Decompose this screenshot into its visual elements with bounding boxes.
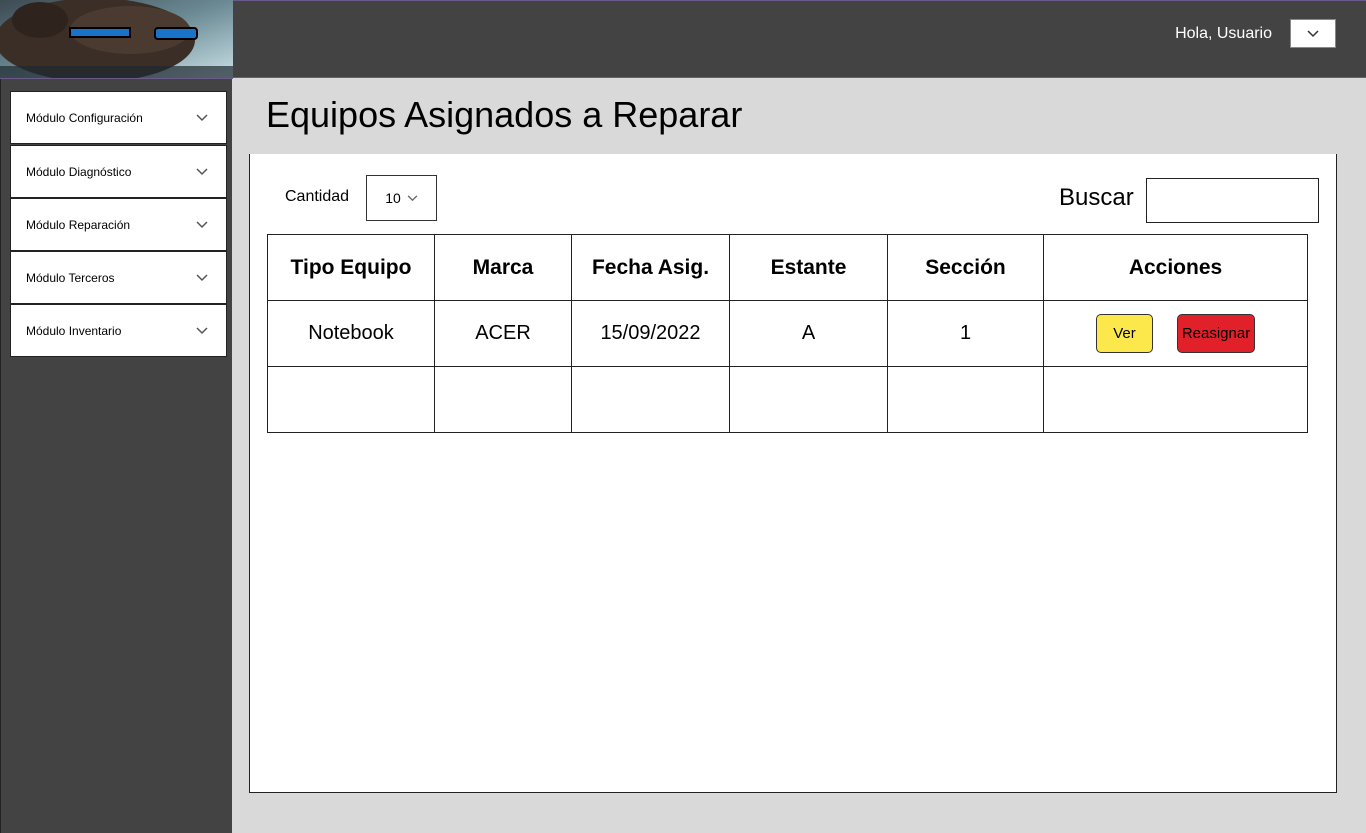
- ver-button[interactable]: Ver: [1096, 314, 1153, 353]
- sidebar-item-diagnostico[interactable]: Módulo Diagnóstico: [10, 145, 227, 198]
- sidebar-item-label: Módulo Reparación: [26, 217, 131, 232]
- header-estante: Estante: [729, 234, 888, 301]
- sidebar-item-configuracion[interactable]: Módulo Configuración: [10, 91, 227, 144]
- header-seccion: Sección: [887, 234, 1044, 301]
- sidebar-item-label: Módulo Configuración: [26, 110, 143, 125]
- sidebar-item-terceros[interactable]: Módulo Terceros: [10, 251, 227, 304]
- cell-estante: A: [729, 300, 888, 367]
- cantidad-select[interactable]: 10: [366, 175, 437, 221]
- cell-estante: [729, 366, 888, 433]
- chevron-down-icon: [196, 220, 208, 228]
- page-title: Equipos Asignados a Reparar: [266, 94, 743, 135]
- header-acciones: Acciones: [1043, 234, 1308, 301]
- sidebar-item-inventario[interactable]: Módulo Inventario: [10, 304, 227, 357]
- chevron-down-icon: [196, 326, 208, 334]
- chevron-down-icon: [196, 113, 208, 121]
- header-marca: Marca: [434, 234, 572, 301]
- search-input[interactable]: [1146, 178, 1319, 223]
- sidebar-item-label: Módulo Terceros: [26, 270, 115, 285]
- equipos-table: Tipo Equipo Marca Fecha Asig. Estante Se…: [267, 234, 1308, 433]
- cell-tipo: Notebook: [267, 300, 435, 367]
- sidebar-item-reparacion[interactable]: Módulo Reparación: [10, 198, 227, 251]
- cell-seccion: 1: [887, 300, 1044, 367]
- table-row: Notebook ACER 15/09/2022 A 1 Ver Reasigna…: [267, 300, 1308, 367]
- cell-tipo: [267, 366, 435, 433]
- cell-fecha: 15/09/2022: [571, 300, 730, 367]
- reasignar-button[interactable]: Reasignar: [1177, 314, 1255, 353]
- cantidad-label: Cantidad: [285, 188, 350, 205]
- cell-acciones: Ver Reasignar: [1043, 300, 1308, 367]
- chevron-down-icon: [196, 273, 208, 281]
- user-greeting: Hola, Usuario: [1175, 25, 1272, 42]
- chevron-down-icon: [1307, 29, 1319, 37]
- cell-seccion: [887, 366, 1044, 433]
- sidebar-item-label: Módulo Diagnóstico: [26, 164, 132, 179]
- header-tipo-equipo: Tipo Equipo: [267, 234, 435, 301]
- sidebar-item-label: Módulo Inventario: [26, 323, 122, 338]
- table-header-row: Tipo Equipo Marca Fecha Asig. Estante Se…: [267, 234, 1308, 301]
- chevron-down-icon: [407, 194, 418, 201]
- table-row: [267, 366, 1308, 433]
- header-fecha-asig: Fecha Asig.: [571, 234, 730, 301]
- cantidad-value: 10: [385, 190, 401, 206]
- cell-acciones: [1043, 366, 1308, 433]
- cell-marca: ACER: [434, 300, 572, 367]
- chevron-down-icon: [196, 167, 208, 175]
- cell-marca: [434, 366, 572, 433]
- app-logo: [0, 0, 233, 79]
- top-bar: Hola, Usuario: [233, 0, 1366, 78]
- user-menu-dropdown[interactable]: [1290, 19, 1336, 48]
- cell-fecha: [571, 366, 730, 433]
- buscar-label: Buscar: [1059, 184, 1134, 211]
- logo-image: [0, 0, 233, 78]
